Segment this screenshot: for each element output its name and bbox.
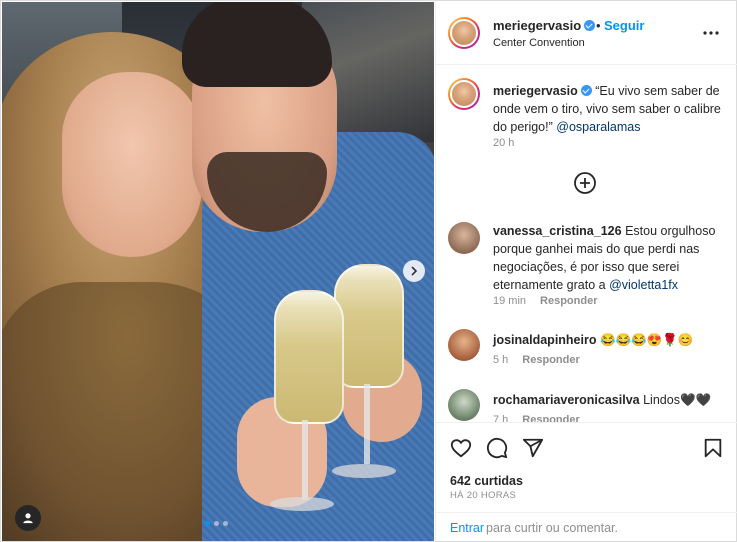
login-prompt-text: para curtir ou comentar. xyxy=(486,521,619,535)
comment-time: 7 h xyxy=(493,414,509,422)
glass-base-left xyxy=(270,497,334,511)
comment-meta: 5 h Responder xyxy=(493,354,580,366)
reply-button[interactable]: Responder xyxy=(522,354,579,366)
reply-button[interactable]: Responder xyxy=(540,295,597,307)
comment-text: josinaldapinheiro 😂😂😂😍🌹😊 xyxy=(493,331,725,349)
comment-meta: 19 min Responder xyxy=(493,295,598,307)
likes-count[interactable]: 642 curtidas xyxy=(450,474,523,488)
carousel-dot xyxy=(214,521,219,526)
caption-time: 20 h xyxy=(493,137,515,149)
comment-icon xyxy=(486,437,508,459)
commenter-username[interactable]: josinaldapinheiro xyxy=(493,333,597,347)
follow-button[interactable]: Seguir xyxy=(604,18,644,33)
comment-text: vanessa_cristina_126 Estou orgulhoso por… xyxy=(493,222,725,294)
chevron-right-icon xyxy=(411,266,418,276)
caption-mention-link[interactable]: @osparalamas xyxy=(556,120,640,134)
user-tag-icon xyxy=(23,513,33,524)
instagram-post-embed: meriegervasio • Seguir Center Convention… xyxy=(0,0,737,542)
comment-body: 😂😂😂😍🌹😊 xyxy=(599,333,694,347)
reply-button[interactable]: Responder xyxy=(522,414,579,422)
verified-badge-icon xyxy=(584,20,596,31)
header-separator: • xyxy=(596,18,601,33)
load-more-comments-button[interactable] xyxy=(573,171,597,195)
carousel-indicators xyxy=(205,521,228,526)
carousel-dot-active xyxy=(205,521,210,526)
post-side-panel: meriegervasio • Seguir Center Convention… xyxy=(435,2,737,541)
post-location[interactable]: Center Convention xyxy=(493,37,585,49)
champagne-glass-left xyxy=(274,290,344,424)
more-options-icon xyxy=(703,31,719,35)
commenter-avatar[interactable] xyxy=(448,329,480,361)
author-avatar[interactable] xyxy=(448,17,480,49)
login-link[interactable]: Entrar xyxy=(450,521,484,535)
comment-text: rochamariaveronicasilva Lindos🖤🖤 xyxy=(493,391,725,409)
author-username[interactable]: meriegervasio xyxy=(493,18,596,33)
bookmark-icon xyxy=(704,438,722,458)
post-photo[interactable] xyxy=(2,2,434,541)
verified-badge-icon xyxy=(580,85,592,96)
post-header: meriegervasio • Seguir Center Convention xyxy=(436,2,737,65)
glass-stem-left xyxy=(302,420,308,500)
comment-time: 5 h xyxy=(493,354,509,366)
comment-meta: 7 h Responder xyxy=(493,414,580,422)
carousel-dot xyxy=(223,521,228,526)
woman-face xyxy=(62,72,202,257)
comment-time: 19 min xyxy=(493,295,527,307)
caption-author-avatar[interactable] xyxy=(448,78,480,110)
save-button[interactable] xyxy=(702,437,724,459)
login-prompt: Entrar para curtir ou comentar. xyxy=(436,512,737,542)
glass-stem-right xyxy=(364,384,370,464)
comments-section[interactable]: meriegervasio “Eu vivo sem saber de onde… xyxy=(436,64,737,422)
commenter-username[interactable]: vanessa_cristina_126 xyxy=(493,224,622,238)
glass-base-right xyxy=(332,464,396,478)
heart-icon xyxy=(450,439,472,458)
send-icon xyxy=(522,438,544,458)
post-actions-bar xyxy=(436,422,737,463)
commenter-avatar[interactable] xyxy=(448,389,480,421)
comment-mention-link[interactable]: @violetta1fx xyxy=(609,278,678,292)
add-circle-icon xyxy=(574,172,596,194)
champagne-glass-right xyxy=(334,264,404,388)
carousel-next-button[interactable] xyxy=(403,260,425,282)
author-username-text[interactable]: meriegervasio xyxy=(493,18,581,33)
post-timestamp[interactable]: HÁ 20 HORAS xyxy=(450,490,516,501)
user-tag-button[interactable] xyxy=(15,505,41,531)
caption-username[interactable]: meriegervasio xyxy=(493,84,578,98)
comment-button[interactable] xyxy=(486,437,508,459)
man-hair xyxy=(182,2,332,87)
commenter-avatar[interactable] xyxy=(448,222,480,254)
post-caption: meriegervasio “Eu vivo sem saber de onde… xyxy=(493,82,725,136)
commenter-username[interactable]: rochamariaveronicasilva xyxy=(493,393,640,407)
comment-body: Lindos🖤🖤 xyxy=(643,393,712,407)
more-options-button[interactable] xyxy=(702,24,720,42)
share-button[interactable] xyxy=(522,437,544,459)
like-button[interactable] xyxy=(450,437,472,459)
